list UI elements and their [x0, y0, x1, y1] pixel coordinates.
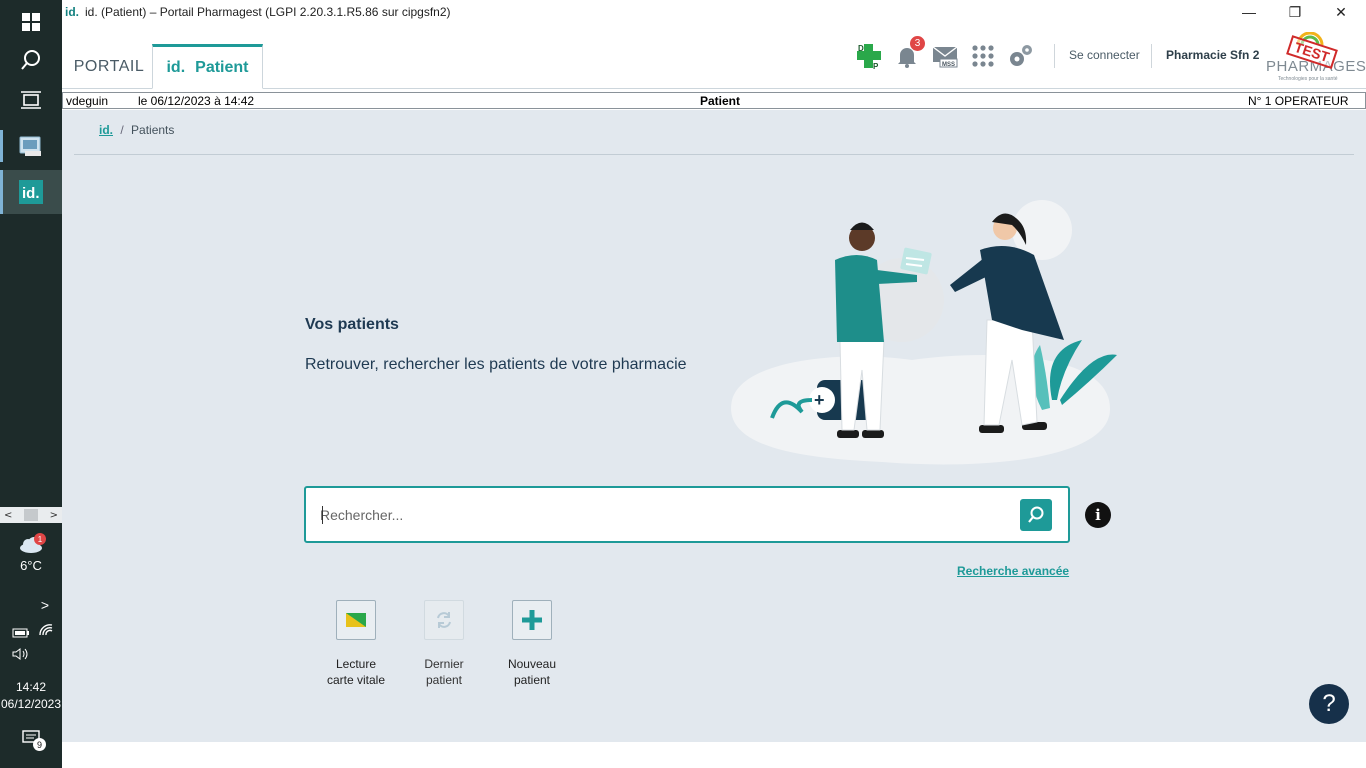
- breadcrumb-separator: /: [120, 123, 124, 137]
- weather-cloud-icon[interactable]: 1: [18, 533, 46, 554]
- status-module: Patient: [700, 94, 741, 108]
- svg-text:+: +: [814, 390, 825, 410]
- help-button[interactable]: ?: [1309, 684, 1349, 724]
- scroll-thumb[interactable]: [24, 509, 38, 521]
- window-title-bar: id. id. (Patient) – Portail Pharmagest (…: [62, 0, 1366, 24]
- tab-id-logo: id.: [166, 58, 186, 76]
- notification-badge: 3: [910, 36, 925, 51]
- apps-grid-icon[interactable]: [969, 42, 997, 70]
- read-vitale-card-button[interactable]: [336, 600, 376, 640]
- page-title: Vos patients: [305, 316, 399, 333]
- status-bar: vdeguin le 06/12/2023 à 14:42 Patient N°…: [62, 92, 1366, 109]
- last-patient-action[interactable]: Dernier patient: [404, 600, 484, 688]
- wifi-icon[interactable]: [38, 622, 54, 641]
- new-patient-label: Nouveau patient: [492, 656, 572, 688]
- text-cursor: [322, 506, 323, 524]
- search-button[interactable]: [1020, 499, 1052, 531]
- last-patient-label: Dernier patient: [404, 656, 484, 688]
- taskbar-scroller[interactable]: < >: [0, 507, 62, 523]
- new-patient-button[interactable]: [512, 600, 552, 640]
- breadcrumb: id. / Patients: [99, 123, 174, 137]
- mail-mss-icon[interactable]: MSS: [931, 42, 959, 70]
- last-patient-line2: patient: [425, 673, 463, 687]
- taskbar-app-pharmagest[interactable]: [0, 124, 62, 168]
- battery-icon[interactable]: [12, 624, 30, 643]
- plus-icon: [522, 610, 542, 630]
- login-link[interactable]: Se connecter: [1069, 48, 1140, 62]
- scroll-right-arrow[interactable]: >: [50, 510, 58, 521]
- page-subtitle: Retrouver, rechercher les patients de vo…: [305, 356, 687, 373]
- status-datetime: le 06/12/2023 à 14:42: [138, 94, 255, 108]
- tab-portail[interactable]: PORTAIL: [66, 44, 152, 89]
- info-button[interactable]: i: [1085, 502, 1111, 528]
- svg-text:P: P: [873, 62, 879, 70]
- last-patient-button[interactable]: [424, 600, 464, 640]
- pharmacist-patient-illustration: +: [731, 200, 1117, 465]
- weather-temperature: 6°C: [20, 558, 42, 573]
- breadcrumb-current: Patients: [131, 123, 175, 137]
- read-vitale-card-line2: carte vitale: [326, 673, 386, 687]
- svg-text:MSS: MSS: [942, 62, 955, 68]
- volume-icon[interactable]: [12, 646, 30, 665]
- advanced-search-link[interactable]: Recherche avancée: [957, 564, 1069, 578]
- notification-count-badge: 9: [33, 738, 46, 751]
- windows-taskbar: id. < > 1 6°C > 14:42 06/12/2023 9: [0, 0, 62, 768]
- new-patient-action[interactable]: Nouveau patient: [492, 600, 572, 688]
- minimize-button[interactable]: —: [1226, 0, 1272, 24]
- close-button[interactable]: ✕: [1318, 0, 1364, 24]
- read-vitale-card-label: Lecture carte vitale: [316, 656, 396, 688]
- refresh-icon: [437, 612, 451, 628]
- tab-patient[interactable]: id. Patient: [152, 44, 263, 89]
- tab-patient-label: Patient: [195, 58, 249, 76]
- task-view-icon[interactable]: [0, 78, 62, 122]
- svg-text:id.: id.: [22, 185, 40, 202]
- search-input[interactable]: [320, 502, 1010, 528]
- breadcrumb-root-link[interactable]: id.: [99, 123, 113, 137]
- restore-button[interactable]: ❐: [1272, 0, 1318, 24]
- settings-gears-icon[interactable]: [1007, 42, 1035, 70]
- svg-text:D: D: [858, 44, 864, 53]
- main-content: id. / Patients Vos patients Retrouver, r…: [62, 110, 1366, 742]
- patient-search-box[interactable]: [304, 486, 1070, 543]
- window-bottom-area: [62, 742, 1366, 768]
- header-divider: [1151, 44, 1152, 68]
- brand-tagline: Technologies pour la santé: [1278, 76, 1338, 82]
- header-divider: [1054, 44, 1055, 68]
- read-vitale-card-line1: Lecture: [335, 657, 377, 671]
- bell-icon[interactable]: 3: [893, 36, 925, 70]
- search-icon[interactable]: [0, 38, 62, 82]
- vitale-card-icon: [346, 613, 366, 627]
- pharmacy-name[interactable]: Pharmacie Sfn 2: [1166, 48, 1259, 62]
- search-icon: [1028, 506, 1044, 523]
- new-patient-line1: Nouveau: [507, 657, 557, 671]
- taskbar-app-id[interactable]: id.: [0, 170, 62, 214]
- clock-date[interactable]: 06/12/2023: [0, 697, 62, 711]
- window-title: id. (Patient) – Portail Pharmagest (LGPI…: [85, 5, 451, 19]
- read-vitale-card-action[interactable]: Lecture carte vitale: [316, 600, 396, 688]
- notification-center-icon[interactable]: 9: [22, 730, 46, 751]
- new-patient-line2: patient: [513, 673, 551, 687]
- last-patient-line1: Dernier: [424, 657, 464, 671]
- pharmagest-logo: PHARMAGEST Technologies pour la santé TE…: [1266, 32, 1366, 86]
- weather-badge: 1: [34, 533, 46, 545]
- app-header: PORTAIL id. Patient DP 3 MSS Se connecte…: [62, 24, 1366, 89]
- scroll-left-arrow[interactable]: <: [4, 510, 12, 521]
- breadcrumb-divider: [74, 154, 1354, 155]
- status-operator: N° 1 OPERATEUR: [1248, 94, 1349, 108]
- dp-cross-icon[interactable]: DP: [855, 42, 883, 70]
- clock-time[interactable]: 14:42: [0, 680, 62, 694]
- app-logo: id.: [65, 5, 79, 19]
- status-user: vdeguin: [66, 94, 109, 108]
